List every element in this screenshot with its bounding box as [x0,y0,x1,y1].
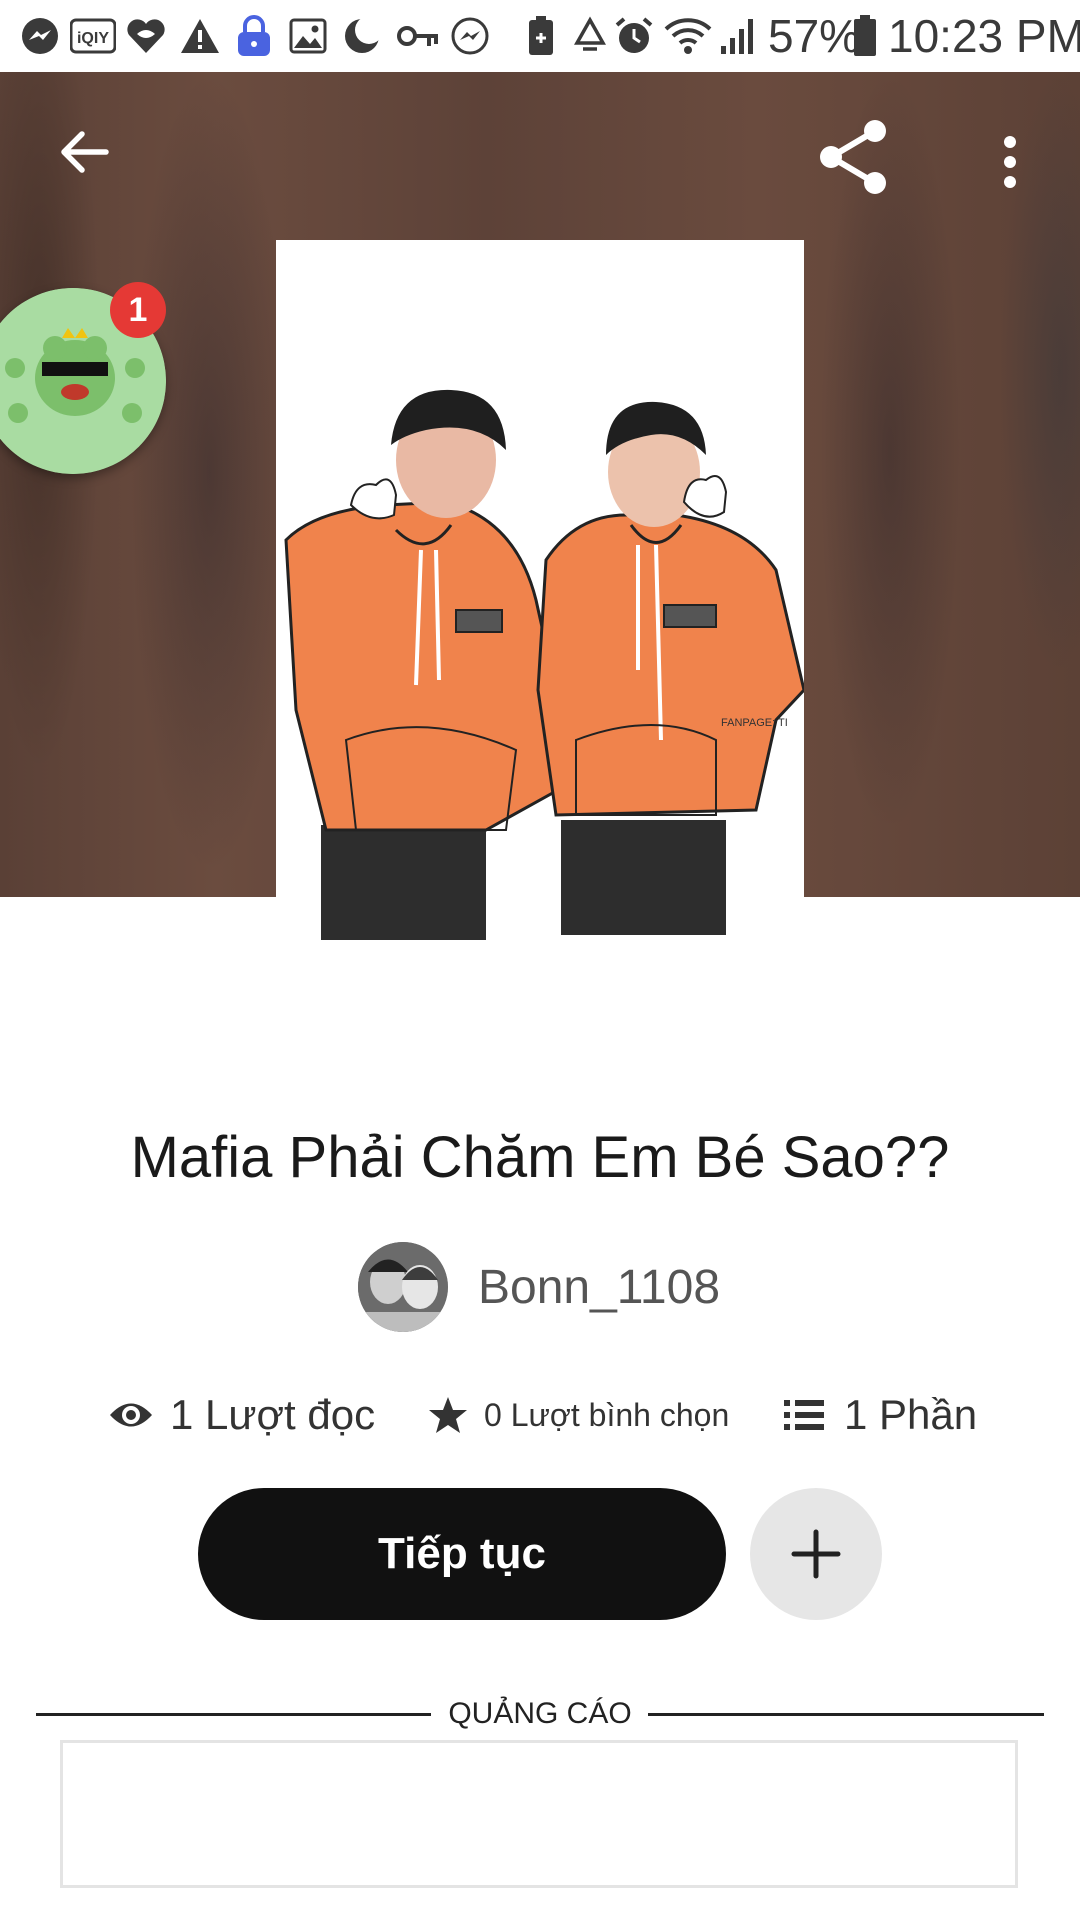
key-icon [394,14,442,58]
alarm-icon [612,14,656,58]
moon-icon [340,14,384,58]
ad-divider: QUẢNG CÁO [36,1690,1044,1738]
star-icon [428,1395,468,1435]
plus-icon [790,1528,842,1580]
lock-app-icon [232,14,276,58]
votes-count: 0 Lượt bình chọn [484,1396,730,1433]
continue-reading-button[interactable]: Tiếp tục [198,1488,726,1620]
ad-container[interactable] [60,1740,1018,1888]
add-to-library-button[interactable] [750,1488,882,1620]
warning-icon [178,14,222,58]
divider-line-right [648,1713,1044,1716]
votes-stat: 0 Lượt bình chọn [428,1385,729,1445]
iqiyi-icon: iQIY [70,14,116,58]
story-title: Mafia Phải Chăm Em Bé Sao?? [130,1125,950,1190]
parts-stat: 1 Phần [784,1385,977,1445]
signal-icon [718,14,758,58]
messenger-icon [448,14,492,58]
recycle-icon [568,14,612,58]
battery-saver-icon [524,14,558,58]
image-icon [286,14,330,58]
more-options-button[interactable] [980,124,1040,204]
author-link[interactable]: Bonn_1108 [358,1242,720,1332]
more-vertical-icon [1000,134,1020,195]
share-button[interactable] [808,114,898,204]
parts-count: 1 Phần [844,1391,978,1438]
heart-app-icon [124,14,168,58]
share-icon [813,117,893,202]
wifi-icon [662,14,714,58]
author-name: Bonn_1108 [478,1260,721,1314]
battery-icon [850,14,880,58]
status-bar: iQIY 57% 10:23 PM [0,0,1080,72]
notification-badge: 1 [110,282,166,338]
messenger-icon [18,14,62,58]
clock: 10:23 PM [888,10,1080,62]
back-arrow-icon [56,124,112,185]
battery-percent: 57% [768,10,861,62]
svg-text:FANPAGE: TI: FANPAGE: TI [721,717,788,729]
back-button[interactable] [44,114,124,194]
svg-text:iQIY: iQIY [77,30,109,47]
reads-stat: 1 Lượt đọc [108,1385,375,1445]
author-avatar [358,1242,448,1332]
story-stats: 1 Lượt đọc 0 Lượt bình chọn 1 Phần [0,1385,1080,1445]
story-cover-image: FANPAGE: TI [276,240,804,985]
reads-count: 1 Lượt đọc [170,1391,376,1438]
eye-icon [108,1398,154,1432]
list-icon [784,1398,824,1432]
